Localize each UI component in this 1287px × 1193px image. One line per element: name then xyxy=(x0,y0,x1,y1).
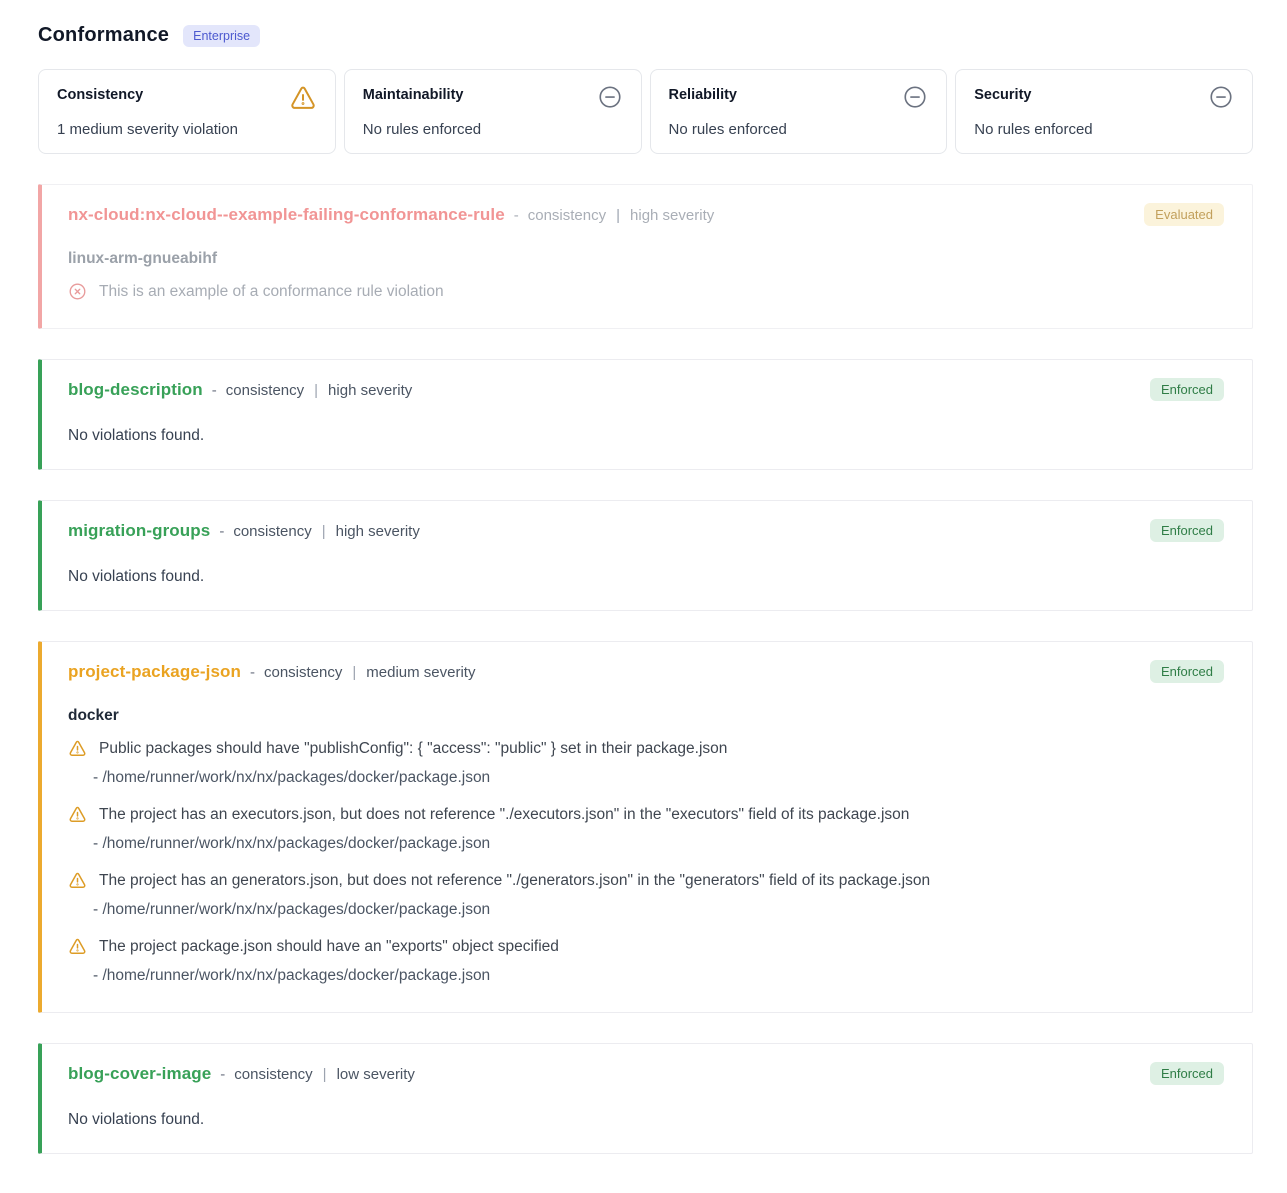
violation-message: The project has an generators.json, but … xyxy=(99,869,930,893)
rule-meta: consistency | low severity xyxy=(234,1066,415,1083)
violation-message: This is an example of a conformance rule… xyxy=(99,280,444,304)
rule-status-badge: Enforced xyxy=(1150,660,1224,683)
rule-meta-divider: | xyxy=(323,1066,327,1083)
rule-status-badge: Enforced xyxy=(1150,519,1224,542)
rule-severity: high severity xyxy=(336,523,420,540)
rule-category: consistency xyxy=(226,382,304,399)
violation-item: The project package.json should have an … xyxy=(68,935,1224,988)
rule-card: blog-cover-image - consistency | low sev… xyxy=(38,1043,1253,1154)
rule-meta-divider: | xyxy=(616,207,620,224)
summary-cards-row: Consistency 1 medium severity violation … xyxy=(38,69,1253,154)
rule-meta: consistency | high severity xyxy=(528,207,715,224)
summary-card: Reliability No rules enforced xyxy=(650,69,948,154)
warning-triangle-icon xyxy=(68,805,87,824)
rule-severity: medium severity xyxy=(366,664,475,681)
warning-triangle-icon xyxy=(289,84,317,112)
rule-severity: high severity xyxy=(630,207,714,224)
rule-category: consistency xyxy=(233,523,311,540)
rule-card: blog-description - consistency | high se… xyxy=(38,359,1253,470)
violation-file-path: - /home/runner/work/nx/nx/packages/docke… xyxy=(93,964,1224,988)
violation-item: The project has an executors.json, but d… xyxy=(68,803,1224,856)
project-name: linux-arm-gnueabihf xyxy=(68,250,1224,268)
rule-dash: - xyxy=(212,382,217,399)
rule-name-link[interactable]: nx-cloud:nx-cloud--example-failing-confo… xyxy=(68,205,505,225)
no-violations-text: No violations found. xyxy=(68,568,1224,586)
rule-category: consistency xyxy=(264,664,342,681)
summary-card-status: No rules enforced xyxy=(669,121,929,138)
no-violations-text: No violations found. xyxy=(68,427,1224,445)
rule-status-badge: Enforced xyxy=(1150,1062,1224,1085)
error-circle-icon xyxy=(68,282,87,301)
rule-name-link[interactable]: blog-description xyxy=(68,380,203,400)
rule-category: consistency xyxy=(528,207,606,224)
minus-circle-icon xyxy=(597,84,623,110)
summary-card-title: Security xyxy=(974,84,1031,103)
rule-meta: consistency | high severity xyxy=(233,523,420,540)
violation-message: The project package.json should have an … xyxy=(99,935,559,959)
rule-category: consistency xyxy=(234,1066,312,1083)
rule-card: migration-groups - consistency | high se… xyxy=(38,500,1253,611)
summary-card-status: No rules enforced xyxy=(363,121,623,138)
violation-file-path: - /home/runner/work/nx/nx/packages/docke… xyxy=(93,898,1224,922)
rule-status-badge: Enforced xyxy=(1150,378,1224,401)
rule-name-link[interactable]: migration-groups xyxy=(68,521,210,541)
summary-card: Security No rules enforced xyxy=(955,69,1253,154)
rule-dash: - xyxy=(250,664,255,681)
rule-meta: consistency | medium severity xyxy=(264,664,475,681)
project-name: docker xyxy=(68,707,1224,725)
rule-meta-divider: | xyxy=(322,523,326,540)
warning-triangle-icon xyxy=(68,937,87,956)
summary-card-status: 1 medium severity violation xyxy=(57,121,317,138)
rule-dash: - xyxy=(219,523,224,540)
page-title: Conformance xyxy=(38,24,169,47)
rule-dash: - xyxy=(220,1066,225,1083)
violation-list: Public packages should have "publishConf… xyxy=(68,737,1224,988)
minus-circle-icon xyxy=(1208,84,1234,110)
summary-card-title: Reliability xyxy=(669,84,738,103)
rule-meta-divider: | xyxy=(352,664,356,681)
enterprise-badge: Enterprise xyxy=(183,25,260,47)
rule-name-link[interactable]: project-package-json xyxy=(68,662,241,682)
page-header: Conformance Enterprise xyxy=(38,24,1253,47)
summary-card-status: No rules enforced xyxy=(974,121,1234,138)
warning-triangle-icon xyxy=(68,871,87,890)
conformance-page: Conformance Enterprise Consistency 1 med… xyxy=(0,0,1287,1193)
rule-card-list: nx-cloud:nx-cloud--example-failing-confo… xyxy=(38,184,1253,1154)
summary-card: Maintainability No rules enforced xyxy=(344,69,642,154)
rule-card: nx-cloud:nx-cloud--example-failing-confo… xyxy=(38,184,1253,329)
violation-item: This is an example of a conformance rule… xyxy=(68,280,1224,304)
rule-dash: - xyxy=(514,207,519,224)
summary-card-title: Consistency xyxy=(57,84,143,103)
summary-card: Consistency 1 medium severity violation xyxy=(38,69,336,154)
violation-file-path: - /home/runner/work/nx/nx/packages/docke… xyxy=(93,766,1224,790)
violation-list: This is an example of a conformance rule… xyxy=(68,280,1224,304)
minus-circle-icon xyxy=(902,84,928,110)
rule-card: project-package-json - consistency | med… xyxy=(38,641,1253,1013)
summary-card-title: Maintainability xyxy=(363,84,464,103)
no-violations-text: No violations found. xyxy=(68,1111,1224,1129)
violation-item: The project has an generators.json, but … xyxy=(68,869,1224,922)
warning-triangle-icon xyxy=(68,739,87,758)
rule-meta: consistency | high severity xyxy=(226,382,413,399)
rule-severity: low severity xyxy=(337,1066,415,1083)
violation-file-path: - /home/runner/work/nx/nx/packages/docke… xyxy=(93,832,1224,856)
violation-message: Public packages should have "publishConf… xyxy=(99,737,727,761)
rule-meta-divider: | xyxy=(314,382,318,399)
rule-severity: high severity xyxy=(328,382,412,399)
rule-name-link[interactable]: blog-cover-image xyxy=(68,1064,211,1084)
violation-message: The project has an executors.json, but d… xyxy=(99,803,909,827)
violation-item: Public packages should have "publishConf… xyxy=(68,737,1224,790)
rule-status-badge: Evaluated xyxy=(1144,203,1224,226)
